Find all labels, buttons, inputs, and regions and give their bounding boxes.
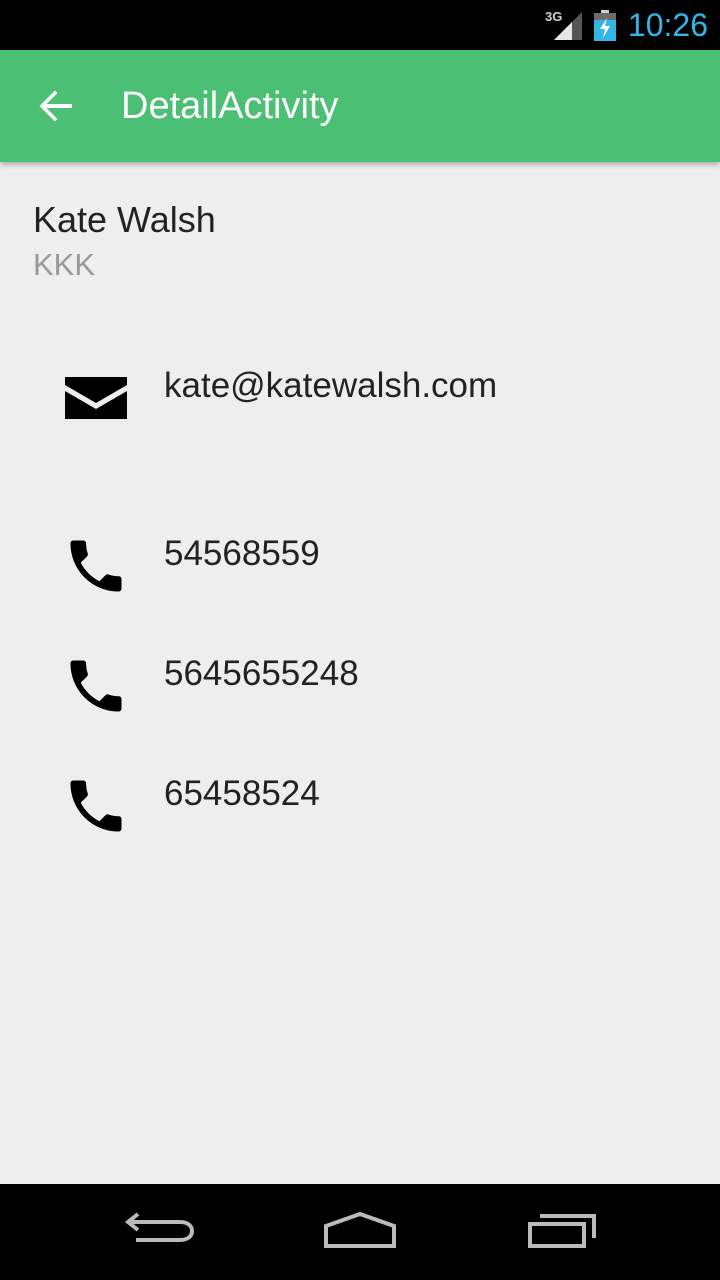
back-icon[interactable] [124,1208,196,1250]
phone-row[interactable]: 65458524 [0,772,720,862]
phone-row[interactable]: 54568559 [0,532,720,622]
app-title: DetailActivity [121,85,339,127]
battery-charging-icon [594,10,616,41]
home-icon[interactable] [322,1208,398,1250]
email-row[interactable]: kate@katewalsh.com [0,364,720,454]
phone-value[interactable]: 65458524 [164,772,320,816]
status-bar: 3G 10:26 [0,0,720,50]
email-value[interactable]: kate@katewalsh.com [164,364,497,408]
app-bar: DetailActivity [0,50,720,162]
phone-icon [70,540,122,592]
arrow-back-icon[interactable] [38,88,74,124]
phone-icon [70,780,122,832]
phone-value[interactable]: 5645655248 [164,652,359,696]
status-time: 10:26 [627,7,708,43]
navigation-bar [0,1184,720,1280]
contact-name: Kate Walsh [33,199,216,240]
phone-icon [70,660,122,712]
phone-row[interactable]: 5645655248 [0,652,720,742]
recents-icon[interactable] [526,1208,598,1250]
phone-value[interactable]: 54568559 [164,532,320,576]
email-icon [65,377,127,419]
signal-icon [554,12,582,40]
contact-subtitle: KKK [33,247,96,282]
